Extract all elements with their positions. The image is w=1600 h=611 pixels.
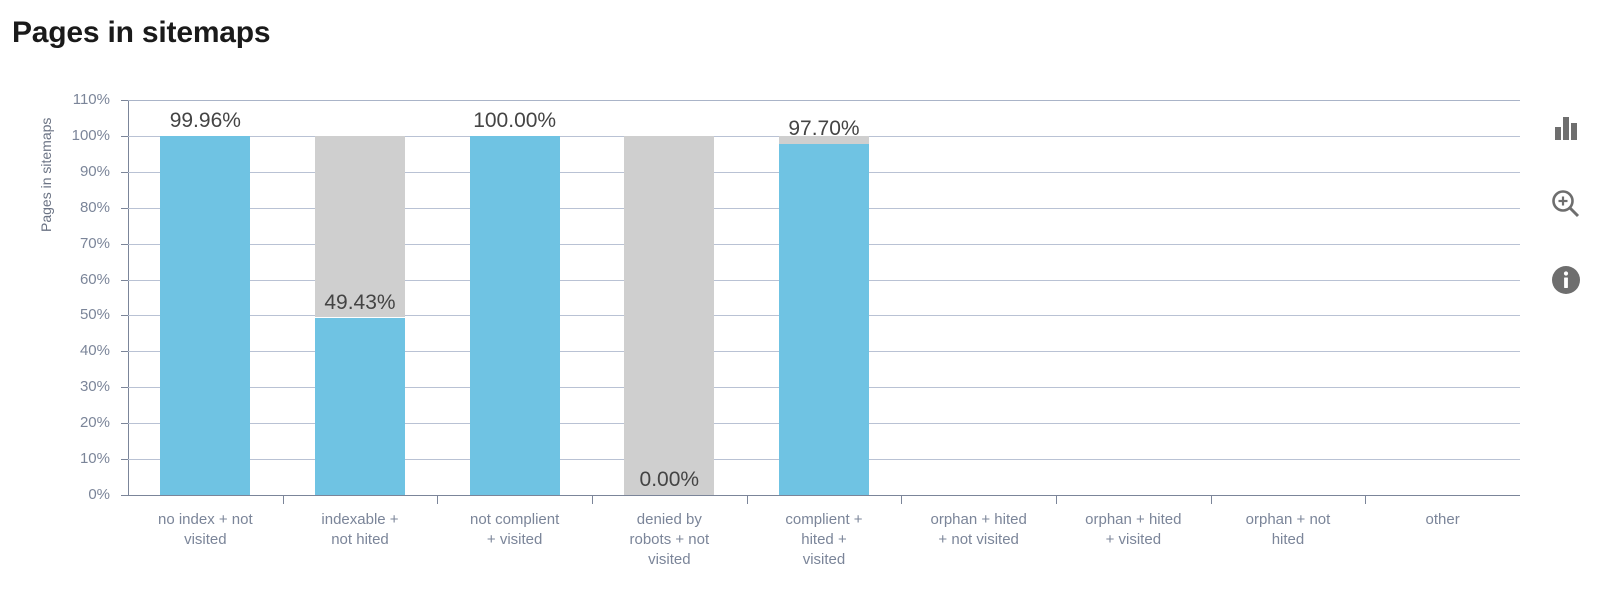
y-tick-mark [121, 351, 128, 353]
x-tick-mark [437, 495, 439, 504]
bar-chart-icon[interactable] [1548, 110, 1584, 146]
y-tick-label: 50% [79, 306, 110, 324]
y-tick-label: 10% [79, 450, 110, 468]
gridline [128, 100, 1520, 101]
zoom-in-icon[interactable] [1548, 186, 1584, 222]
y-tick-mark [121, 100, 128, 101]
x-axis-category-label: other [1425, 511, 1460, 528]
y-tick-label: 70% [79, 234, 110, 252]
x-axis-line [128, 495, 1520, 496]
y-tick-mark [121, 243, 128, 245]
x-axis-category-label: orphan + not hited [1245, 511, 1331, 548]
y-tick-mark [121, 279, 128, 281]
x-axis-category-label: no index + not visited [157, 511, 253, 548]
y-tick-label: 0% [88, 486, 110, 503]
chart-toolbar [1548, 110, 1588, 338]
y-axis-title: Pages in sitemaps [38, 117, 54, 232]
x-axis-category-label: orphan + hited + visited [1085, 511, 1182, 548]
x-axis-category-label: not complient + visited [470, 511, 560, 548]
bar-value-label: 49.43% [324, 290, 396, 314]
bar-value-label: 99.96% [169, 109, 241, 133]
y-tick-label: 80% [79, 198, 110, 216]
x-axis-category-label: indexable + not hited [321, 511, 399, 548]
y-tick-mark [121, 387, 128, 389]
y-tick-mark [121, 423, 128, 425]
y-tick-mark [121, 135, 128, 137]
info-icon[interactable] [1548, 262, 1584, 298]
x-tick-mark [1210, 495, 1212, 504]
y-tick-mark [121, 459, 128, 461]
y-tick-mark [121, 171, 128, 173]
bar-segment-value[interactable] [469, 135, 560, 495]
x-axis-category-label: orphan + hited + not visited [930, 511, 1027, 548]
y-tick-label: 30% [79, 378, 110, 396]
x-tick-mark [746, 495, 748, 504]
y-tick-label: 90% [79, 162, 110, 180]
x-tick-mark [1365, 495, 1367, 504]
plot-area: 110% 100% 90% 80% 70% 60% 50% 40% 30% 20% 10% 0% no … [72, 91, 1520, 568]
y-tick-label: 20% [79, 414, 110, 432]
x-tick-mark [592, 495, 593, 504]
bar-segment-value[interactable] [779, 144, 869, 495]
y-tick-label: 60% [79, 270, 110, 288]
y-tick-label: 40% [79, 342, 110, 360]
y-axis-line [128, 100, 129, 495]
x-tick-mark [901, 495, 903, 504]
bar-segment-remainder[interactable] [624, 135, 715, 495]
x-axis-category-label: complient + hited + visited [785, 511, 863, 568]
x-axis-category-label: denied by robots + not visited [629, 511, 710, 568]
bar-segment-value[interactable] [160, 136, 251, 495]
y-tick-mark [121, 207, 128, 209]
y-tick-label: 110% [72, 91, 110, 108]
bar-chart: 110% 100% 90% 80% 70% 60% 50% 40% 30% 20% 10% 0% no … [0, 0, 1600, 611]
bar-value-label: 0.00% [639, 468, 700, 491]
bar-value-label: 100.00% [473, 108, 557, 132]
bar-value-label: 97.70% [788, 117, 860, 141]
y-tick-mark [121, 495, 128, 496]
y-tick-label: 100% [71, 126, 110, 144]
bar-segment-value[interactable] [315, 317, 405, 495]
x-tick-mark [1056, 495, 1057, 504]
y-tick-mark [121, 315, 128, 317]
x-tick-mark [282, 495, 284, 504]
